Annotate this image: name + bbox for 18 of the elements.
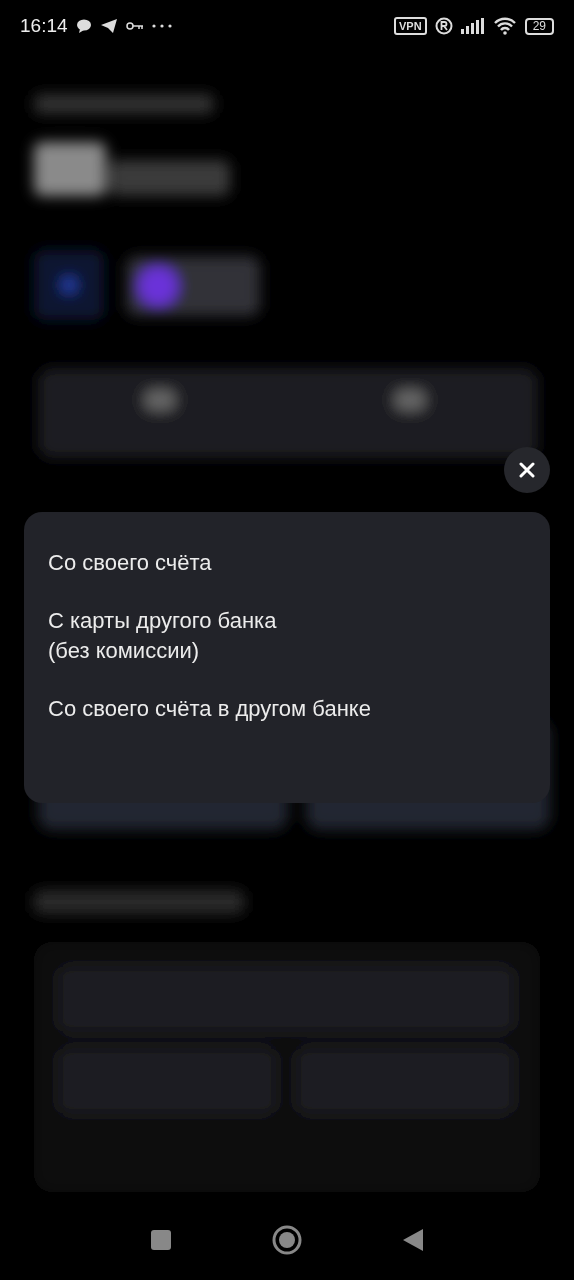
menu-item[interactable]: Со своего счёта в другом банке — [48, 694, 371, 724]
key-icon — [125, 21, 144, 31]
wifi-icon — [492, 17, 517, 35]
menu-item[interactable]: С карты другого банка (без комиссии) — [48, 606, 277, 666]
signal-icon — [460, 18, 485, 34]
status-time: 16:14 — [20, 15, 68, 37]
square-nav-icon[interactable] — [150, 1229, 172, 1251]
close-button[interactable] — [504, 447, 550, 493]
paper-plane-icon — [99, 18, 118, 34]
more-icon — [151, 24, 172, 28]
registered-icon — [434, 17, 453, 35]
home-nav-icon[interactable] — [272, 1225, 302, 1255]
back-nav-icon[interactable] — [402, 1228, 424, 1252]
vpn-badge: VPN — [394, 17, 427, 35]
battery-indicator: 29 — [524, 17, 554, 35]
close-icon — [519, 462, 535, 478]
menu-item[interactable]: Со своего счёта — [48, 548, 212, 578]
chat-icon — [75, 19, 92, 33]
